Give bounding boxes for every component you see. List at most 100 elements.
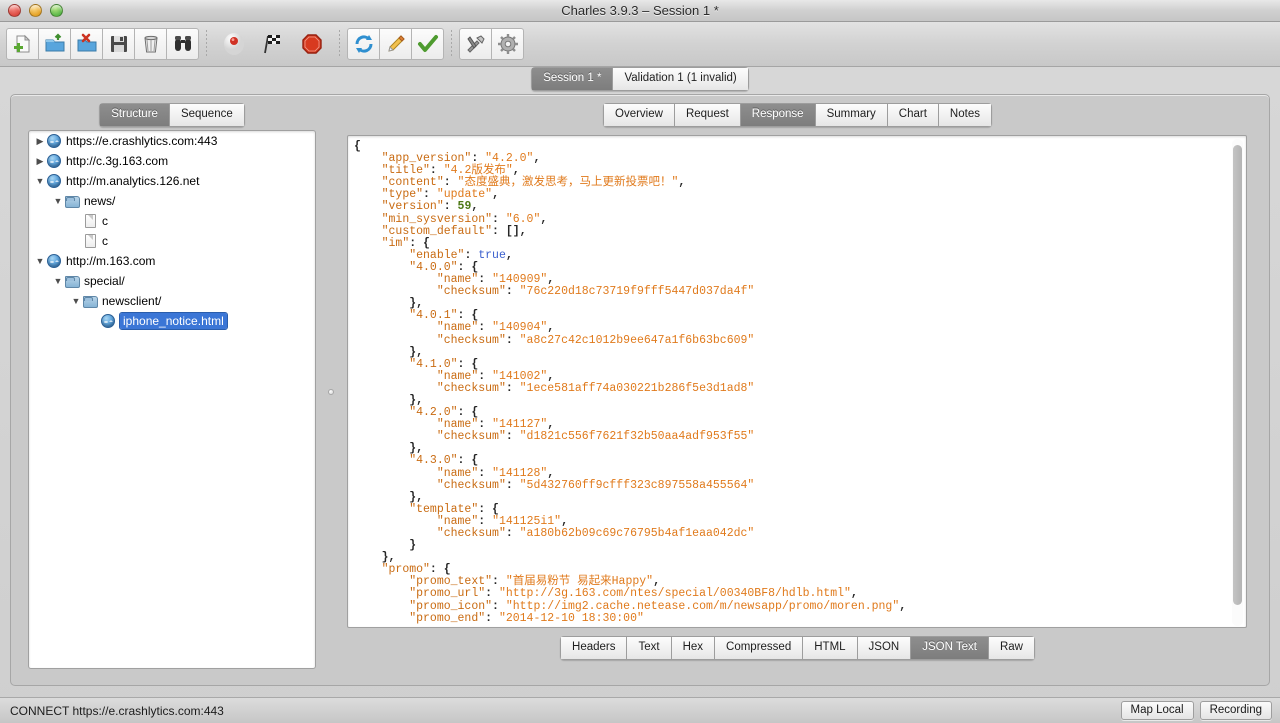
- session-tab-bar: Session 1 *Validation 1 (1 invalid): [0, 67, 1280, 95]
- tree-node[interactable]: ▼ http://m.163.com: [29, 251, 315, 271]
- tree-node-label: http://c.3g.163.com: [66, 154, 168, 168]
- json-line: "promo_end": "2014-12-10 18:30:00": [354, 613, 1246, 625]
- tree-node[interactable]: ▼ newsclient/: [29, 291, 315, 311]
- detail-tab-request[interactable]: Request: [675, 103, 741, 127]
- repeat-icon[interactable]: [347, 28, 380, 60]
- settings-icon[interactable]: [491, 28, 524, 60]
- view-tab-hex[interactable]: Hex: [672, 636, 715, 660]
- tree-node[interactable]: ▶ http://c.3g.163.com: [29, 151, 315, 171]
- folder-icon: [65, 274, 81, 289]
- globe-icon: [47, 134, 63, 149]
- chevron-down-icon[interactable]: ▼: [33, 176, 47, 186]
- json-line: "checksum": "d1821c556f7621f32b50aa4adf9…: [354, 431, 1246, 443]
- tree-node-label: news/: [84, 194, 115, 208]
- body-view-tab-bar: HeadersTextHexCompressedHTMLJSONJSON Tex…: [335, 636, 1260, 660]
- tree-node-label: special/: [84, 274, 125, 288]
- toolbar-separator: [339, 30, 340, 58]
- json-line: "enable": true,: [354, 250, 1246, 262]
- structure-sequence-tabs: StructureSequence: [22, 103, 322, 127]
- file-icon: [83, 234, 99, 249]
- compose-icon[interactable]: [379, 28, 412, 60]
- chevron-down-icon[interactable]: ▼: [33, 256, 47, 266]
- tree-node-label: newsclient/: [102, 294, 161, 308]
- status-bar: CONNECT https://e.crashlytics.com:443 Ma…: [0, 697, 1280, 723]
- view-tab-json[interactable]: JSON: [858, 636, 912, 660]
- new-session-icon[interactable]: [6, 28, 39, 60]
- status-message: CONNECT https://e.crashlytics.com:443: [10, 704, 224, 718]
- vertical-scrollbar[interactable]: [1232, 139, 1243, 626]
- close-session-icon[interactable]: [70, 28, 103, 60]
- chevron-down-icon[interactable]: ▼: [69, 296, 83, 306]
- tree-node[interactable]: iphone_notice.html: [29, 311, 315, 331]
- json-line: "checksum": "a180b62b09c69c76795b4af1eaa…: [354, 528, 1246, 540]
- record-icon[interactable]: [214, 28, 254, 60]
- status-buttons: Map Local Recording: [1121, 701, 1272, 720]
- status-button-map-local[interactable]: Map Local: [1121, 701, 1194, 720]
- tree-node-label: http://m.analytics.126.net: [66, 174, 199, 188]
- tree-tab-structure[interactable]: Structure: [99, 103, 170, 127]
- tree-node[interactable]: ▼ news/: [29, 191, 315, 211]
- chevron-right-icon[interactable]: ▶: [33, 136, 47, 147]
- folder-icon: [65, 194, 81, 209]
- json-line: "checksum": "a8c27c42c1012b9ee647a1f6b63…: [354, 335, 1246, 347]
- chevron-down-icon[interactable]: ▼: [51, 196, 65, 206]
- throttle-icon[interactable]: [292, 28, 332, 60]
- tree-node-label: http://m.163.com: [66, 254, 155, 268]
- tree-node[interactable]: ▶https://e.crashlytics.com:443: [29, 131, 315, 151]
- globe-icon: [47, 254, 63, 269]
- save-session-icon[interactable]: [102, 28, 135, 60]
- json-line: "checksum": "1ece581aff74a030221b286f5e3…: [354, 383, 1246, 395]
- chevron-right-icon[interactable]: ▶: [33, 156, 47, 167]
- view-tab-text[interactable]: Text: [627, 636, 671, 660]
- session-tree[interactable]: ▶https://e.crashlytics.com:443▶http://c.…: [28, 130, 316, 669]
- view-tab-json-text[interactable]: JSON Text: [911, 636, 989, 660]
- response-body-viewer[interactable]: { "app_version": "4.2.0", "title": "4.2版…: [347, 135, 1247, 628]
- globe-icon: [47, 154, 63, 169]
- find-icon[interactable]: [166, 28, 199, 60]
- view-tab-headers[interactable]: Headers: [560, 636, 627, 660]
- session-tab-validation-1-1-invalid[interactable]: Validation 1 (1 invalid): [613, 67, 748, 91]
- detail-tab-bar: OverviewRequestResponseSummaryChartNotes: [335, 103, 1260, 127]
- view-tab-raw[interactable]: Raw: [989, 636, 1035, 660]
- json-line: },: [354, 347, 1246, 359]
- chevron-down-icon[interactable]: ▼: [51, 276, 65, 286]
- tree-node[interactable]: ▼ special/: [29, 271, 315, 291]
- tree-tab-sequence[interactable]: Sequence: [170, 103, 245, 127]
- detail-tab-overview[interactable]: Overview: [603, 103, 675, 127]
- main-toolbar: [0, 22, 1280, 67]
- tree-node[interactable]: ▼ http://m.analytics.126.net: [29, 171, 315, 191]
- detail-tab-summary[interactable]: Summary: [816, 103, 888, 127]
- window-titlebar: Charles 3.9.3 – Session 1 *: [0, 0, 1280, 22]
- tools-icon[interactable]: [459, 28, 492, 60]
- json-line: },: [354, 298, 1246, 310]
- open-session-icon[interactable]: [38, 28, 71, 60]
- view-tab-compressed[interactable]: Compressed: [715, 636, 803, 660]
- tree-node[interactable]: c: [29, 231, 315, 251]
- view-tab-html[interactable]: HTML: [803, 636, 857, 660]
- globe-icon: [47, 174, 63, 189]
- file-icon: [83, 214, 99, 229]
- toolbar-separator: [206, 30, 207, 58]
- detail-tab-response[interactable]: Response: [741, 103, 816, 127]
- tree-tab-group: StructureSequence: [99, 103, 244, 127]
- detail-tab-chart[interactable]: Chart: [888, 103, 939, 127]
- validate-icon[interactable]: [411, 28, 444, 60]
- json-text-content: { "app_version": "4.2.0", "title": "4.2版…: [348, 136, 1246, 627]
- splitter-grip-icon[interactable]: [328, 389, 334, 395]
- main-content-panel: StructureSequence ▶https://e.crashlytics…: [10, 94, 1270, 686]
- status-button-recording[interactable]: Recording: [1200, 701, 1272, 720]
- detail-tab-notes[interactable]: Notes: [939, 103, 992, 127]
- clear-session-icon[interactable]: [134, 28, 167, 60]
- tree-node-label: iphone_notice.html: [120, 313, 227, 329]
- tree-node-label: c: [102, 214, 108, 228]
- tree-node[interactable]: c: [29, 211, 315, 231]
- detail-tab-group: OverviewRequestResponseSummaryChartNotes: [603, 103, 992, 127]
- right-pane: OverviewRequestResponseSummaryChartNotes…: [335, 103, 1260, 675]
- session-tab-session-1[interactable]: Session 1 *: [531, 67, 613, 91]
- record-toolbar-group: [214, 28, 332, 60]
- breakpoints-icon[interactable]: [253, 28, 293, 60]
- tree-node-label: c: [102, 234, 108, 248]
- json-line: },: [354, 552, 1246, 564]
- file-toolbar-group: [6, 28, 199, 60]
- scrollbar-thumb[interactable]: [1233, 145, 1242, 605]
